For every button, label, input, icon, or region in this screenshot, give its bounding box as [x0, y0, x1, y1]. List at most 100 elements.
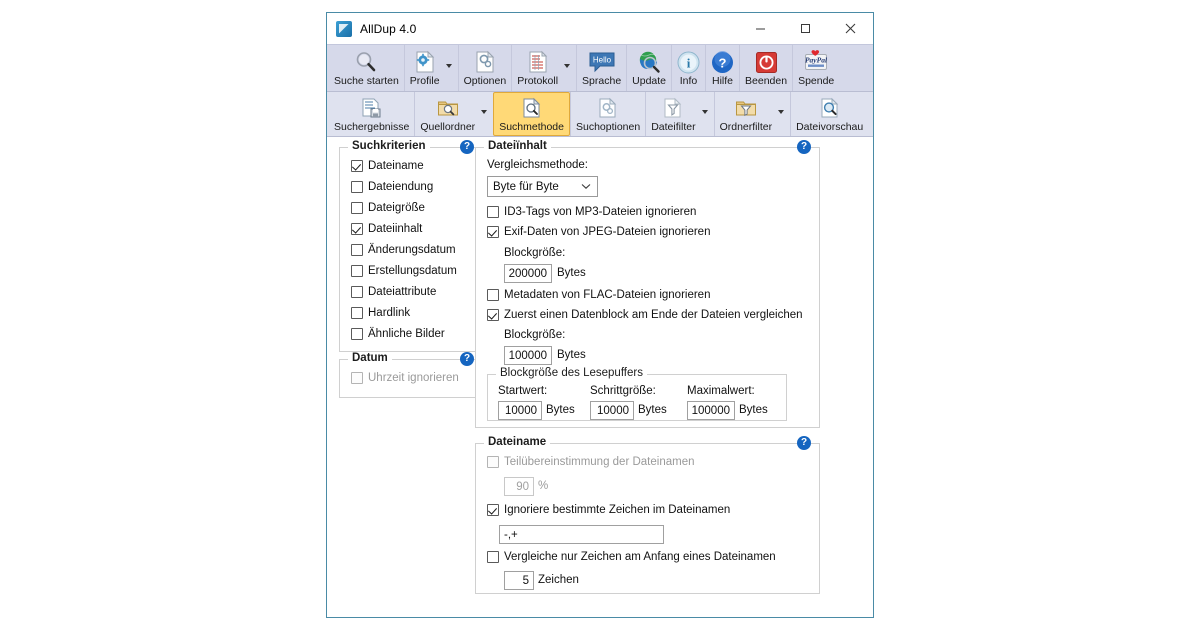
- globe-magnifier-icon: [637, 50, 661, 74]
- toolbar-button-spende[interactable]: PayPal Spende: [792, 45, 839, 91]
- subgroup-title-lesepuffer: Blockgröße des Lesepuffers: [496, 367, 647, 379]
- checkbox-uhrzeit-ignorieren[interactable]: [351, 372, 363, 384]
- label-startwert-unit: Bytes: [546, 404, 575, 416]
- label-schrittgroesse: Schrittgröße:: [590, 385, 656, 397]
- input-ignoriere-zeichen[interactable]: -,+: [499, 525, 664, 544]
- checkbox-row-dateiendung[interactable]: Dateiendung: [351, 181, 433, 193]
- help-icon-dateiinhalt[interactable]: ?: [797, 140, 811, 154]
- chevron-down-icon[interactable]: [446, 64, 452, 68]
- chevron-down-icon[interactable]: [778, 110, 784, 114]
- checkbox-row-nur-anfang[interactable]: Vergleiche nur Zeichen am Anfang eines D…: [487, 551, 776, 563]
- checkbox-dateiname[interactable]: [351, 160, 363, 172]
- tab-suchergebnisse[interactable]: Suchergebnisse: [329, 92, 414, 136]
- svg-text:i: i: [687, 55, 691, 70]
- checkbox-row-aenderungsdatum[interactable]: Änderungsdatum: [351, 244, 456, 256]
- checkbox-row-dateiinhalt[interactable]: Dateiinhalt: [351, 223, 422, 235]
- help-icon-suchkriterien[interactable]: ?: [460, 140, 474, 154]
- toolbar-button-profile[interactable]: Profile: [405, 48, 445, 88]
- main-toolbar: Suche starten Profile: [327, 44, 873, 92]
- tab-dateivorschau[interactable]: Dateivorschau: [790, 92, 868, 136]
- log-grid-icon: [527, 50, 549, 74]
- tab-suchmethode[interactable]: Suchmethode: [493, 92, 570, 136]
- checkbox-row-uhrzeit-ignorieren[interactable]: Uhrzeit ignorieren: [351, 372, 459, 384]
- chevron-down-icon[interactable]: [575, 177, 597, 196]
- checkbox-row-hardlink[interactable]: Hardlink: [351, 307, 410, 319]
- checkbox-nur-anfang[interactable]: [487, 551, 499, 563]
- toolbar-button-sprache[interactable]: Hello Sprache: [576, 45, 626, 91]
- toolbar-button-beenden[interactable]: Beenden: [739, 45, 792, 91]
- checkbox-row-endblock-vergleichen[interactable]: Zuerst einen Datenblock am Ende der Date…: [487, 309, 803, 321]
- group-dateiname: Dateiname ? Teilübereinstimmung der Date…: [475, 443, 820, 594]
- checkbox-row-erstellungsdatum[interactable]: Erstellungsdatum: [351, 265, 457, 277]
- combobox-vergleichsmethode[interactable]: Byte für Byte: [487, 176, 598, 197]
- checkbox-flac-metadaten[interactable]: [487, 289, 499, 301]
- tab-splitbutton-dateifilter[interactable]: Dateifilter: [645, 92, 713, 136]
- svg-text:Hello: Hello: [592, 56, 611, 65]
- checkbox-dateiattribute[interactable]: [351, 286, 363, 298]
- checkbox-aenderungsdatum[interactable]: [351, 244, 363, 256]
- checkbox-label: Teilübereinstimmung der Dateinamen: [504, 456, 695, 468]
- tab-suchoptionen[interactable]: Suchoptionen: [570, 92, 645, 136]
- search-method-icon: [521, 96, 543, 120]
- checkbox-row-id3-tags[interactable]: ID3-Tags von MP3-Dateien ignorieren: [487, 206, 696, 218]
- checkbox-dateigroesse[interactable]: [351, 202, 363, 214]
- checkbox-row-aehnliche-bilder[interactable]: Ähnliche Bilder: [351, 328, 445, 340]
- checkbox-row-dateigroesse[interactable]: Dateigröße: [351, 202, 425, 214]
- checkbox-hardlink[interactable]: [351, 307, 363, 319]
- checkbox-row-teiluebereinstimmung[interactable]: Teilübereinstimmung der Dateinamen: [487, 456, 695, 468]
- toolbar-button-hilfe[interactable]: ? Hilfe: [705, 45, 739, 91]
- checkbox-label: Hardlink: [368, 307, 410, 319]
- checkbox-ignoriere-zeichen[interactable]: [487, 504, 499, 516]
- toolbar-splitbutton-protokoll[interactable]: Protokoll: [511, 45, 576, 91]
- toolbar-button-suche-starten[interactable]: Suche starten: [329, 45, 404, 91]
- info-circle-icon: i: [677, 50, 700, 74]
- input-schrittgroesse[interactable]: 10000: [590, 401, 634, 420]
- input-endblock-blockgroesse[interactable]: 100000: [504, 346, 552, 365]
- toolbar-button-info[interactable]: i Info: [671, 45, 705, 91]
- alldup-app-icon: [336, 21, 352, 37]
- toolbar-splitbutton-profile[interactable]: Profile: [404, 45, 458, 91]
- checkbox-endblock-vergleichen[interactable]: [487, 309, 499, 321]
- question-circle-icon: ?: [711, 50, 734, 74]
- input-anzahl-zeichen[interactable]: 5: [504, 571, 534, 590]
- group-title-datum: Datum: [348, 352, 392, 364]
- tab-ordnerfilter[interactable]: Ordnerfilter: [715, 94, 778, 134]
- toolbar-label: Optionen: [464, 75, 507, 87]
- content-area: Suchkriterien ? Dateiname Dateiendung Da…: [327, 137, 873, 617]
- help-icon-dateiname[interactable]: ?: [797, 436, 811, 450]
- help-icon-datum[interactable]: ?: [460, 352, 474, 366]
- chevron-down-icon[interactable]: [481, 110, 487, 114]
- minimize-icon[interactable]: [738, 13, 783, 44]
- chevron-down-icon[interactable]: [702, 110, 708, 114]
- label-maximalwert-unit: Bytes: [739, 404, 768, 416]
- checkbox-dateiinhalt[interactable]: [351, 223, 363, 235]
- checkbox-row-ignoriere-zeichen[interactable]: Ignoriere bestimmte Zeichen im Dateiname…: [487, 504, 730, 516]
- tab-quellordner[interactable]: Quellordner: [415, 94, 480, 134]
- tab-splitbutton-ordnerfilter[interactable]: Ordnerfilter: [714, 92, 791, 136]
- label-startwert: Startwert:: [498, 385, 547, 397]
- checkbox-exif-daten[interactable]: [487, 226, 499, 238]
- input-startwert[interactable]: 10000: [498, 401, 542, 420]
- label-exif-blockgroesse: Blockgröße:: [504, 247, 565, 259]
- toolbar-button-protokoll[interactable]: Protokoll: [512, 48, 563, 88]
- checkbox-id3-tags[interactable]: [487, 206, 499, 218]
- tab-splitbutton-quellordner[interactable]: Quellordner: [414, 92, 493, 136]
- checkbox-row-flac-metadaten[interactable]: Metadaten von FLAC-Dateien ignorieren: [487, 289, 710, 301]
- input-maximalwert[interactable]: 100000: [687, 401, 735, 420]
- checkbox-dateiendung[interactable]: [351, 181, 363, 193]
- input-teiluebereinstimmung-prozent[interactable]: 90: [504, 477, 534, 496]
- checkbox-aehnliche-bilder[interactable]: [351, 328, 363, 340]
- checkbox-row-dateiattribute[interactable]: Dateiattribute: [351, 286, 436, 298]
- toolbar-button-update[interactable]: Update: [626, 45, 671, 91]
- checkbox-teiluebereinstimmung[interactable]: [487, 456, 499, 468]
- tab-dateifilter[interactable]: Dateifilter: [646, 94, 700, 134]
- maximize-icon[interactable]: [783, 13, 828, 44]
- input-exif-blockgroesse[interactable]: 200000: [504, 264, 552, 283]
- checkbox-erstellungsdatum[interactable]: [351, 265, 363, 277]
- checkbox-row-exif-daten[interactable]: Exif-Daten von JPEG-Dateien ignorieren: [487, 226, 710, 238]
- toolbar-label: Profile: [410, 75, 440, 87]
- close-icon[interactable]: [828, 13, 873, 44]
- checkbox-row-dateiname[interactable]: Dateiname: [351, 160, 424, 172]
- chevron-down-icon[interactable]: [564, 64, 570, 68]
- toolbar-button-optionen[interactable]: Optionen: [458, 45, 512, 91]
